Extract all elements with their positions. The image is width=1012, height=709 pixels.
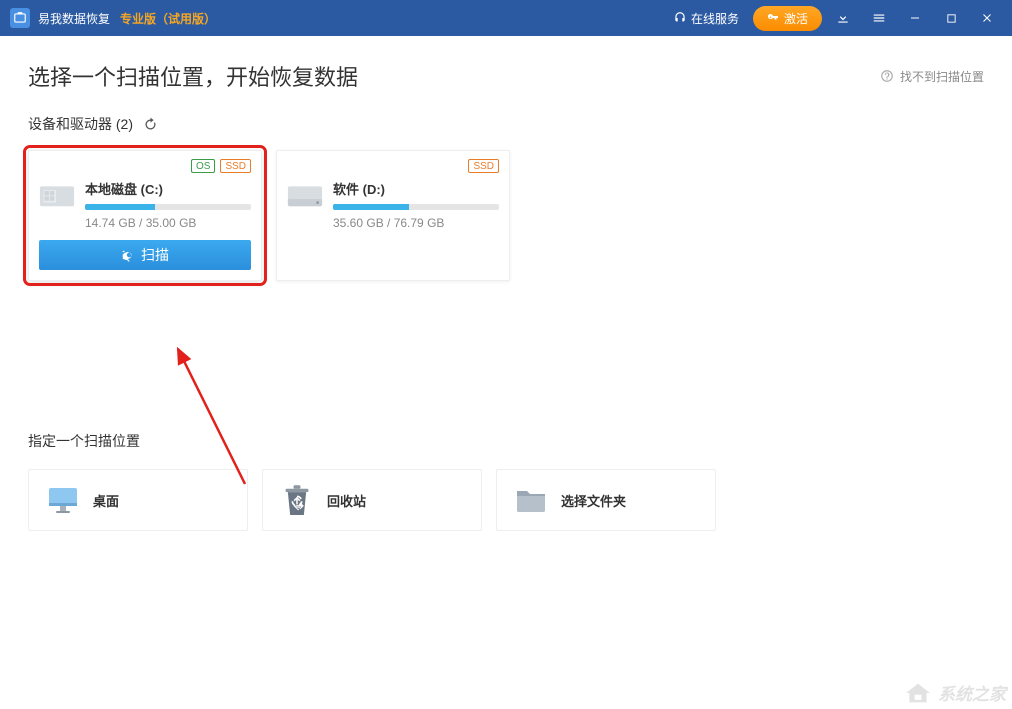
drive-name: 软件 (D:) xyxy=(333,179,499,198)
locations-row: 桌面 回收站 选择文件夹 xyxy=(28,469,984,531)
drives-row: OS SSD 本地磁盘 (C:) 14.74 GB / 35.00 GB 扫描 xyxy=(28,150,984,281)
online-service-label: 在线服务 xyxy=(691,10,739,27)
drive-card-c[interactable]: OS SSD 本地磁盘 (C:) 14.74 GB / 35.00 GB 扫描 xyxy=(28,150,262,281)
drives-section-header: 设备和驱动器 (2) xyxy=(28,114,984,134)
drive-usage-bar xyxy=(85,204,251,210)
help-text: 找不到扫描位置 xyxy=(900,68,984,85)
minimize-button[interactable] xyxy=(900,3,930,33)
scan-button[interactable]: 扫描 xyxy=(39,240,251,270)
ssd-badge: SSD xyxy=(468,159,499,173)
folder-icon xyxy=(515,485,547,515)
drives-section-label: 设备和驱动器 (2) xyxy=(28,114,133,134)
menu-button[interactable] xyxy=(864,3,894,33)
locations-section-label: 指定一个扫描位置 xyxy=(28,431,984,451)
app-window: 易我数据恢复 专业版（试用版） 在线服务 激活 xyxy=(0,0,1012,709)
titlebar: 易我数据恢复 专业版（试用版） 在线服务 激活 xyxy=(0,0,1012,36)
close-button[interactable] xyxy=(972,3,1002,33)
drive-name: 本地磁盘 (C:) xyxy=(85,179,251,198)
os-badge: OS xyxy=(191,159,215,173)
page-title: 选择一个扫描位置，开始恢复数据 xyxy=(28,60,358,92)
page-header: 选择一个扫描位置，开始恢复数据 找不到扫描位置 xyxy=(28,60,984,92)
maximize-icon xyxy=(946,13,957,24)
ssd-badge: SSD xyxy=(220,159,251,173)
maximize-button[interactable] xyxy=(936,3,966,33)
refresh-button[interactable] xyxy=(143,117,158,132)
close-icon xyxy=(981,12,993,24)
recycle-label: 回收站 xyxy=(327,491,366,510)
drive-size: 35.60 GB / 76.79 GB xyxy=(333,216,499,230)
refresh-icon xyxy=(143,117,158,132)
drive-size: 14.74 GB / 35.00 GB xyxy=(85,216,251,230)
location-select-folder[interactable]: 选择文件夹 xyxy=(496,469,716,531)
minimize-icon xyxy=(909,12,921,24)
help-link[interactable]: 找不到扫描位置 xyxy=(880,68,984,85)
house-icon xyxy=(904,681,932,705)
trash-icon xyxy=(281,485,313,515)
drive-badges: OS SSD xyxy=(39,159,251,173)
drive-usage-bar xyxy=(333,204,499,210)
download-icon xyxy=(836,11,850,25)
monitor-icon xyxy=(47,485,79,515)
activate-button[interactable]: 激活 xyxy=(753,6,822,31)
location-recycle-bin[interactable]: 回收站 xyxy=(262,469,482,531)
drive-badges: SSD xyxy=(287,159,499,173)
download-button[interactable] xyxy=(828,3,858,33)
drive-card-d[interactable]: SSD 软件 (D:) 35.60 GB / 76.79 GB xyxy=(276,150,510,281)
hamburger-icon xyxy=(872,11,886,25)
location-desktop[interactable]: 桌面 xyxy=(28,469,248,531)
content-area: 选择一个扫描位置，开始恢复数据 找不到扫描位置 设备和驱动器 (2) OS SS… xyxy=(0,36,1012,709)
drive-icon xyxy=(287,181,323,211)
app-logo-icon xyxy=(10,8,30,28)
app-edition: 专业版（试用版） xyxy=(120,10,216,27)
watermark: 系统之家 xyxy=(904,680,1006,705)
help-icon xyxy=(880,69,894,83)
headset-icon xyxy=(673,11,687,25)
key-icon xyxy=(767,12,779,24)
desktop-label: 桌面 xyxy=(93,491,119,510)
drive-icon xyxy=(39,181,75,211)
scan-label: 扫描 xyxy=(141,245,169,265)
activate-label: 激活 xyxy=(784,10,808,27)
folder-label: 选择文件夹 xyxy=(561,491,626,510)
online-service-button[interactable]: 在线服务 xyxy=(665,7,747,30)
watermark-text: 系统之家 xyxy=(938,680,1006,705)
scan-icon xyxy=(121,248,135,262)
app-name: 易我数据恢复 xyxy=(38,10,110,27)
